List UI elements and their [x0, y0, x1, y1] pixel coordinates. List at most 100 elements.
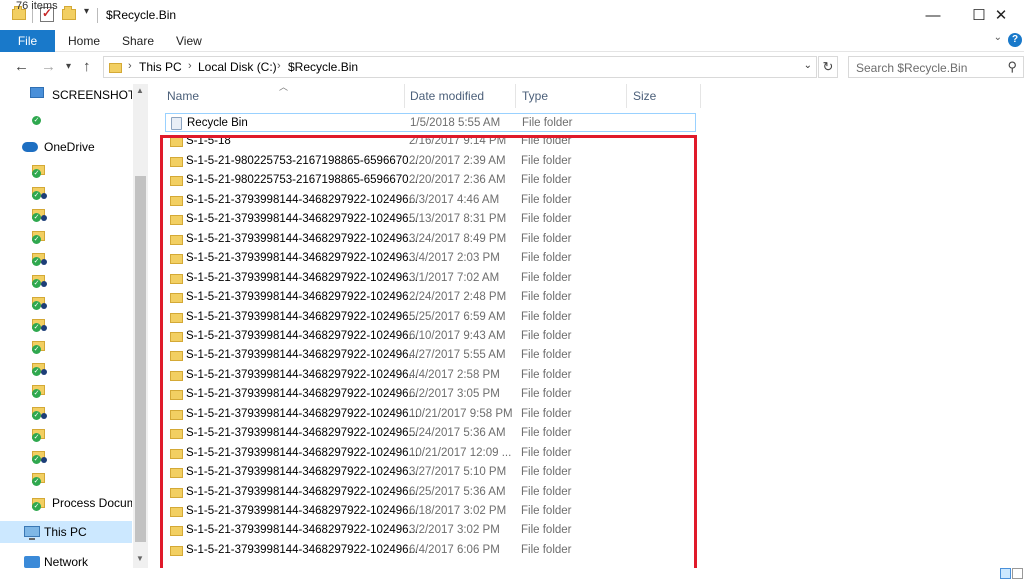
column-header-size[interactable]: Size [633, 89, 656, 103]
file-name: S-1-5-21-980225753-2167198865-6596670... [186, 155, 419, 167]
nav-item-onedrive-folder[interactable]: ✓ [0, 291, 132, 313]
nav-item-onedrive-folder[interactable]: ✓ [0, 423, 132, 445]
breadcrumb-this-pc[interactable]: This PC [139, 60, 182, 74]
nav-item-onedrive-folder[interactable]: ✓ [0, 269, 132, 291]
column-header-date-modified[interactable]: Date modified [410, 89, 484, 103]
nav-item-onedrive-folder[interactable]: ✓ [0, 379, 132, 401]
file-row[interactable]: S-1-5-21-3793998144-3468297922-102496...… [165, 249, 696, 268]
file-name: S-1-5-21-3793998144-3468297922-102496... [186, 252, 419, 264]
network-icon [24, 556, 40, 568]
file-row[interactable]: S-1-5-21-3793998144-3468297922-102496...… [165, 366, 696, 385]
file-row[interactable]: S-1-5-21-980225753-2167198865-6596670...… [165, 171, 696, 190]
nav-item-onedrive-folder[interactable]: ✓ [0, 247, 132, 269]
file-row[interactable]: S-1-5-21-3793998144-3468297922-102496...… [165, 385, 696, 404]
file-row[interactable]: S-1-5-21-980225753-2167198865-6596670...… [165, 152, 696, 171]
sync-check-icon: ✓ [32, 257, 41, 266]
column-divider[interactable] [700, 84, 701, 108]
nav-item-onedrive-folder[interactable]: ✓ [0, 225, 132, 247]
sync-check-icon: ✓ [32, 455, 41, 464]
file-row[interactable]: S-1-5-21-3793998144-3468297922-102496...… [165, 191, 696, 210]
file-name: S-1-5-21-3793998144-3468297922-102496... [186, 544, 419, 556]
tab-file[interactable]: File [0, 30, 55, 52]
file-date-modified: 3/4/2017 2:03 PM [409, 252, 500, 264]
file-row[interactable]: S-1-5-21-3793998144-3468297922-102496...… [165, 405, 696, 424]
close-button[interactable]: ✕ [978, 0, 1024, 30]
breadcrumb-recycle-bin[interactable]: $Recycle.Bin [288, 60, 358, 74]
file-name: S-1-5-21-3793998144-3468297922-102496... [186, 466, 419, 478]
nav-item-process-documents[interactable]: ✓ Process Docume [0, 492, 132, 514]
nav-item-onedrive-folder[interactable]: ✓ [0, 401, 132, 423]
nav-item-screenshot-pc[interactable]: SCREENSHOT PC [0, 84, 132, 106]
file-row[interactable]: S-1-5-21-3793998144-3468297922-102496...… [165, 541, 696, 560]
file-type: File folder [521, 233, 572, 245]
back-arrow-icon[interactable]: ← [14, 58, 29, 75]
sync-check-icon: ✓ [32, 301, 41, 310]
folder-icon [170, 293, 183, 303]
nav-item-onedrive-folder[interactable]: ✓ [0, 106, 132, 128]
file-name: S-1-5-21-3793998144-3468297922-102496... [186, 524, 419, 536]
file-row[interactable]: S-1-5-21-3793998144-3468297922-102496...… [165, 444, 696, 463]
nav-item-onedrive-folder[interactable]: ✓ [0, 313, 132, 335]
search-icon: ⚲ [1007, 59, 1017, 74]
breadcrumb-local-disk[interactable]: Local Disk (C:) [198, 60, 277, 74]
scroll-up-icon[interactable]: ▲ [136, 86, 144, 95]
file-row[interactable]: S-1-5-21-3793998144-3468297922-102496...… [165, 502, 696, 521]
file-row[interactable]: Recycle Bin 1/5/2018 5:55 AM File folder [165, 113, 696, 132]
forward-arrow-icon[interactable]: → [41, 58, 56, 75]
customize-toolbar-chevron-icon[interactable]: ▾ [84, 6, 89, 17]
large-icons-view-button[interactable] [1012, 568, 1023, 579]
column-divider[interactable] [626, 84, 627, 108]
column-header-name[interactable]: Name [167, 89, 199, 103]
file-date-modified: 6/4/2017 6:06 PM [409, 544, 500, 556]
tab-share[interactable]: Share [122, 34, 154, 48]
nav-scroll-thumb[interactable] [135, 176, 146, 542]
file-date-modified: 10/21/2017 12:09 ... [409, 447, 512, 459]
search-input[interactable]: Search $Recycle.Bin ⚲ [848, 56, 1024, 78]
file-row[interactable]: S-1-5-21-3793998144-3468297922-102496...… [165, 424, 696, 443]
file-row[interactable]: S-1-5-21-3793998144-3468297922-102496...… [165, 483, 696, 502]
file-row[interactable]: S-1-5-21-3793998144-3468297922-102496...… [165, 308, 696, 327]
file-date-modified: 3/27/2017 5:10 PM [409, 466, 507, 478]
sync-check-icon: ✓ [32, 169, 41, 178]
file-row[interactable]: S-1-5-21-3793998144-3468297922-102496...… [165, 327, 696, 346]
tab-home[interactable]: Home [68, 34, 100, 48]
nav-item-onedrive-folder[interactable]: ✓ [0, 357, 132, 379]
column-divider[interactable] [515, 84, 516, 108]
column-divider[interactable] [404, 84, 405, 108]
file-row[interactable]: S-1-5-21-3793998144-3468297922-102496...… [165, 288, 696, 307]
minimize-button[interactable]: — [910, 0, 956, 30]
refresh-button[interactable]: ↻ [818, 56, 838, 78]
nav-item-this-pc[interactable]: This PC [0, 521, 132, 543]
address-dropdown-chevron-icon[interactable]: ⌄ [804, 60, 812, 71]
nav-item-onedrive[interactable]: OneDrive [0, 136, 132, 158]
breadcrumb-chevron-icon[interactable]: › [277, 60, 281, 72]
file-row[interactable]: S-1-5-21-3793998144-3468297922-102496...… [165, 346, 696, 365]
file-row[interactable]: S-1-5-21-3793998144-3468297922-102496...… [165, 521, 696, 540]
folder-icon [170, 235, 183, 245]
file-row[interactable]: S-1-5-21-3793998144-3468297922-102496...… [165, 463, 696, 482]
recent-locations-chevron-icon[interactable]: ▾ [66, 61, 71, 72]
nav-item-onedrive-folder[interactable]: ✓ [0, 445, 132, 467]
breadcrumb-chevron-icon[interactable]: › [128, 60, 132, 72]
file-row[interactable]: S-1-5-18 2/16/2017 9:14 PM File folder [165, 132, 696, 151]
new-folder-icon[interactable] [62, 6, 76, 20]
nav-label: Process Docume [52, 496, 132, 510]
nav-item-onedrive-folder[interactable]: ✓ [0, 335, 132, 357]
up-arrow-icon[interactable]: ↑ [83, 58, 91, 75]
file-row[interactable]: S-1-5-21-3793998144-3468297922-102496...… [165, 210, 696, 229]
details-view-button[interactable] [1000, 568, 1011, 579]
nav-item-onedrive-folder[interactable]: ✓ [0, 203, 132, 225]
expand-ribbon-chevron-icon[interactable]: ⌄ [994, 32, 1002, 43]
tab-view[interactable]: View [176, 34, 202, 48]
scroll-down-icon[interactable]: ▼ [136, 554, 144, 563]
address-bar[interactable]: › This PC › Local Disk (C:) › $Recycle.B… [103, 56, 817, 78]
nav-item-onedrive-folder[interactable]: ✓ [0, 467, 132, 489]
column-header-type[interactable]: Type [522, 89, 548, 103]
nav-item-onedrive-folder[interactable]: ✓ [0, 181, 132, 203]
file-row[interactable]: S-1-5-21-3793998144-3468297922-102496...… [165, 269, 696, 288]
breadcrumb-chevron-icon[interactable]: › [188, 60, 192, 72]
help-icon[interactable]: ? [1008, 33, 1022, 47]
nav-item-onedrive-folder[interactable]: ✓ [0, 159, 132, 181]
file-row[interactable]: S-1-5-21-3793998144-3468297922-102496...… [165, 230, 696, 249]
file-name: S-1-5-21-3793998144-3468297922-102496... [186, 272, 419, 284]
